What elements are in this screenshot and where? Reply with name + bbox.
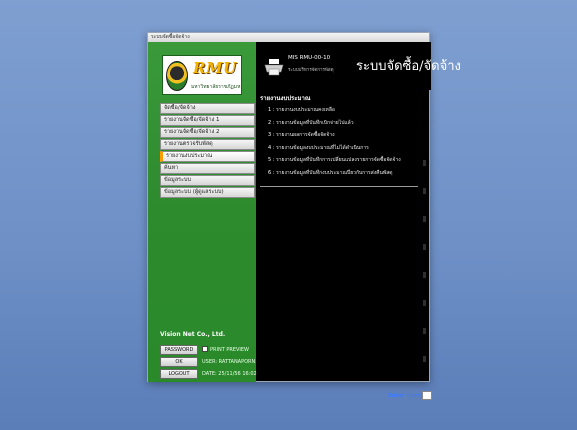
password-row: PASSWORD PRINT PREVIEW — [160, 345, 255, 355]
report-item[interactable]: 3 : รายงานผลการจัดซื้อจัดจ้าง — [268, 129, 428, 142]
company-name: Vision Net Co., Ltd. — [160, 331, 226, 338]
password-button[interactable]: PASSWORD — [160, 345, 198, 355]
scroll-marks — [421, 160, 427, 370]
report-item[interactable]: 6 : รายงานข้อมูลที่บันทึกงบประมาณปี่ยวกั… — [268, 167, 428, 180]
main-content: รายงานงบประมาณ 1 : รายงานงบประมาณคงเหลือ… — [256, 90, 432, 400]
report-list: 1 : รายงานงบประมาณคงเหลือ 2 : รายงานข้อม… — [268, 104, 428, 179]
sidebar-item-purchase[interactable]: จัดซื้อ/จัดจ้าง — [160, 103, 255, 114]
report-item[interactable]: 2 : รายงานข้อมูลที่บันทึกเบิกจ่ายไปแล้ว — [268, 117, 428, 130]
window-titlebar: ระบบจัดซื้อจัดจ้าง — [148, 33, 429, 42]
logo-subtitle: มหาวิทยาลัยราชภัฏมหาสารคาม — [191, 84, 241, 90]
ok-button[interactable]: OK — [160, 357, 198, 367]
section-heading: รายงานงบประมาณ — [260, 95, 311, 102]
sidebar-item-system-data-admin[interactable]: ข้อมูลระบบ (ผู้ดูแลระบบ) — [160, 187, 255, 198]
sidebar-item-search[interactable]: ค้นหา — [160, 163, 255, 174]
sidebar-menu: จัดซื้อ/จัดจ้าง รายงานจัดซื้อ/จัดจ้าง 1 … — [160, 103, 255, 199]
logo: RMU มหาวิทยาลัยราชภัฏมหาสารคาม — [162, 55, 242, 95]
report-item[interactable]: 4 : รายงานข้อมูลงบประมาณที่ไม่ได้ดำเนินก… — [268, 142, 428, 155]
printer-icon — [264, 59, 284, 76]
divider — [260, 186, 418, 187]
app-window: ระบบจัดซื้อจัดจ้าง RMU มหาวิทยาลัยราชภัฏ… — [147, 32, 461, 400]
user-text: USER: RATTANAPORN — [202, 359, 256, 365]
header: MIS RMU-00-10 ระบบบริหารจัดการพัสดุ ระบบ… — [256, 42, 461, 90]
print-preview-label: PRINT PREVIEW — [210, 347, 249, 353]
system-code: MIS RMU-00-10 — [288, 55, 331, 61]
date-text: DATE: 25/11/56 16:02 — [202, 371, 257, 377]
logo-brand: RMU — [193, 59, 237, 77]
logout-button[interactable]: LOGOUT — [160, 369, 198, 379]
sidebar-item-system-data[interactable]: ข้อมูลระบบ — [160, 175, 255, 186]
logout-row: LOGOUT DATE: 25/11/56 16:02 — [160, 369, 257, 379]
university-seal-icon — [166, 61, 188, 91]
sidebar-item-purchase-report-2[interactable]: รายงานจัดซื้อ/จัดจ้าง 2 — [160, 127, 255, 138]
sidebar: RMU มหาวิทยาลัยราชภัฏมหาสารคาม จัดซื้อ/จ… — [148, 42, 257, 382]
print-preview-checkbox[interactable] — [202, 346, 208, 352]
page-title: ระบบจัดซื้อ/จัดจ้าง — [356, 59, 461, 74]
report-item[interactable]: 1 : รายงานงบประมาณคงเหลือ — [268, 104, 428, 117]
enter-number-input[interactable] — [422, 391, 432, 400]
sidebar-item-purchase-report-1[interactable]: รายงานจัดซื้อ/จัดจ้าง 1 — [160, 115, 255, 126]
report-item[interactable]: 5 : รายงานข้อมูลที่บันทึกการเปลี่ยนแปลงร… — [268, 154, 428, 167]
sidebar-item-inspection-report[interactable]: รายงานตรวจรับพัสดุ — [160, 139, 255, 150]
print-preview-option[interactable]: PRINT PREVIEW — [202, 345, 249, 355]
system-subtitle: ระบบบริหารจัดการพัสดุ — [288, 68, 334, 73]
sidebar-item-budget-report[interactable]: รายงานงบประมาณ — [160, 151, 255, 162]
ok-row: OK USER: RATTANAPORN — [160, 357, 255, 367]
